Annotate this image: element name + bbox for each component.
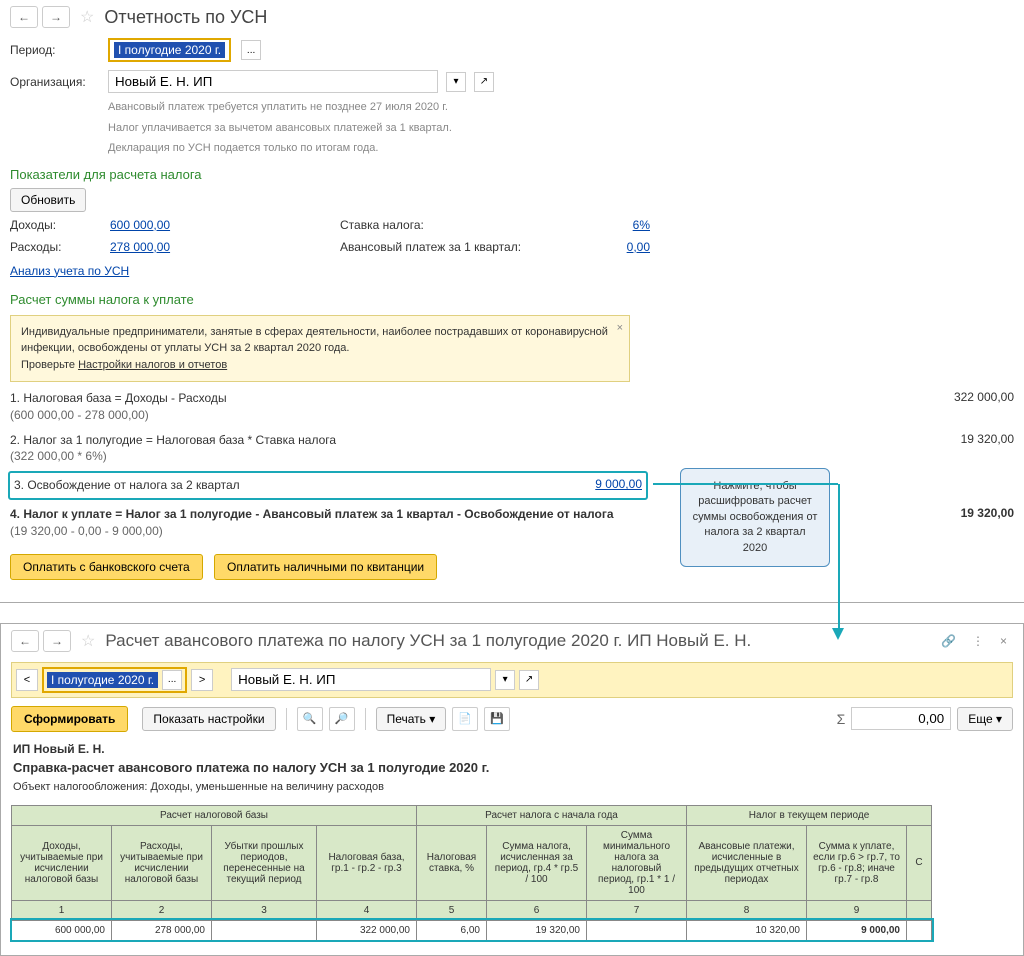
more-button[interactable]: Еще ▾ — [957, 707, 1013, 731]
income-label: Доходы: — [10, 218, 110, 232]
section-indicators: Показатели для расчета налога — [0, 159, 1024, 186]
arrow-line-h — [653, 483, 838, 485]
col-6: Сумма налога, исчисленная за период, гр.… — [487, 825, 587, 900]
menu-dots-icon[interactable]: ⋮ — [972, 634, 984, 648]
advance-label: Авансовый платеж за 1 квартал: — [340, 240, 570, 254]
col-3: Убытки прошлых периодов, перенесенные на… — [212, 825, 317, 900]
calc-val-1: 322 000,00 — [914, 390, 1014, 424]
save-icon[interactable]: 💾 — [484, 707, 510, 731]
sigma-icon: Σ — [837, 711, 846, 727]
sum-input[interactable] — [851, 707, 951, 730]
close-icon[interactable]: × — [1000, 634, 1007, 648]
page-title: Отчетность по УСН — [104, 7, 267, 28]
org-label: Организация: — [10, 75, 100, 89]
favorite-icon-2[interactable]: ☆ — [81, 631, 95, 651]
period-label: Период: — [10, 43, 100, 57]
zoom-out-icon[interactable]: 🔎 — [329, 707, 355, 731]
period-selector[interactable]: I полугодие 2020 г. — [108, 38, 231, 62]
col-7: Сумма минимального налога за налоговый п… — [587, 825, 687, 900]
period-prev-button[interactable]: < — [16, 669, 38, 691]
pay-cash-button[interactable]: Оплатить наличными по квитанции — [214, 554, 437, 580]
group-header-2: Расчет налога с начала года — [417, 805, 687, 825]
col-1: Доходы, учитываемые при исчислении налог… — [12, 825, 112, 900]
link-icon[interactable]: 🔗 — [941, 634, 956, 648]
advance-value[interactable]: 0,00 — [570, 240, 650, 254]
col-10: С — [907, 825, 932, 900]
expense-value[interactable]: 278 000,00 — [110, 240, 340, 254]
period-selector-2[interactable]: I полугодие 2020 г. ... — [42, 667, 187, 693]
bottom-page-title: Расчет авансового платежа по налогу УСН … — [105, 631, 931, 651]
print-button[interactable]: Печать ▾ — [376, 707, 447, 731]
forward-button-2[interactable]: → — [43, 630, 71, 652]
report-table: Расчет налоговой базы Расчет налога с на… — [11, 805, 932, 941]
group-header-1: Расчет налоговой базы — [12, 805, 417, 825]
report-org: ИП Новый Е. Н. — [13, 742, 1011, 756]
calc-row-3: 3. Освобождение от налога за 2 квартал — [14, 477, 542, 494]
show-settings-button[interactable]: Показать настройки — [142, 707, 275, 731]
calc-row-1: 1. Налоговая база = Доходы - Расходы (60… — [10, 390, 914, 424]
calc-val-4: 19 320,00 — [914, 506, 1014, 540]
col-8: Авансовые платежи, исчисленные в предыду… — [687, 825, 807, 900]
org-open-button-2[interactable]: ↗ — [519, 670, 539, 690]
report-object: Объект налогообложения: Доходы, уменьшен… — [13, 781, 1011, 793]
col-9: Сумма к уплате, если гр.6 > гр.7, то гр.… — [807, 825, 907, 900]
table-data-row[interactable]: 600 000,00 278 000,00 322 000,00 6,00 19… — [12, 920, 932, 940]
analysis-link[interactable]: Анализ учета по УСН — [0, 258, 139, 284]
section-calc: Расчет суммы налога к уплате — [0, 284, 1024, 311]
col-4: Налоговая база, гр.1 - гр.2 - гр.3 — [317, 825, 417, 900]
calc-val-2: 19 320,00 — [914, 432, 1014, 466]
rate-label: Ставка налога: — [340, 218, 570, 232]
warning-box: × Индивидуальные предприниматели, заняты… — [10, 315, 630, 383]
refresh-button[interactable]: Обновить — [10, 188, 86, 212]
period-picker-button-2[interactable]: ... — [162, 670, 182, 690]
warning-settings-link[interactable]: Настройки налогов и отчетов — [78, 359, 227, 371]
filter-bar: < I полугодие 2020 г. ... > ▾ ↗ — [11, 662, 1013, 698]
org-dropdown-button-2[interactable]: ▾ — [495, 670, 515, 690]
info-line-2: Налог уплачивается за вычетом авансовых … — [108, 118, 1024, 139]
calc-row-2: 2. Налог за 1 полугодие = Налоговая база… — [10, 432, 914, 466]
back-button[interactable]: ← — [10, 6, 38, 28]
col-2: Расходы, учитываемые при исчислении нало… — [112, 825, 212, 900]
forward-button[interactable]: → — [42, 6, 70, 28]
rate-value[interactable]: 6% — [570, 218, 650, 232]
back-button-2[interactable]: ← — [11, 630, 39, 652]
org-open-button[interactable]: ↗ — [474, 72, 494, 92]
expense-label: Расходы: — [10, 240, 110, 254]
info-line-3: Декларация по УСН подается только по ито… — [108, 138, 1024, 159]
calc-val-3-link[interactable]: 9 000,00 — [542, 477, 642, 494]
period-picker-button[interactable]: ... — [241, 40, 261, 60]
preview-icon[interactable]: 📄 — [452, 707, 478, 731]
generate-button[interactable]: Сформировать — [11, 706, 128, 732]
period-next-button[interactable]: > — [191, 669, 213, 691]
org-input-2[interactable] — [231, 668, 491, 691]
income-value[interactable]: 600 000,00 — [110, 218, 340, 232]
org-input[interactable] — [108, 70, 438, 93]
warning-close-icon[interactable]: × — [617, 320, 623, 337]
org-dropdown-button[interactable]: ▾ — [446, 72, 466, 92]
arrow-head-icon — [832, 628, 844, 640]
arrow-line — [838, 484, 840, 630]
report-title: Справка-расчет авансового платежа по нал… — [13, 760, 1011, 775]
favorite-icon[interactable]: ☆ — [80, 7, 94, 27]
group-header-3: Налог в текущем периоде — [687, 805, 932, 825]
info-line-1: Авансовый платеж требуется уплатить не п… — [108, 97, 1024, 118]
col-5: Налоговая ставка, % — [417, 825, 487, 900]
pay-bank-button[interactable]: Оплатить с банковского счета — [10, 554, 203, 580]
zoom-in-icon[interactable]: 🔍 — [297, 707, 323, 731]
